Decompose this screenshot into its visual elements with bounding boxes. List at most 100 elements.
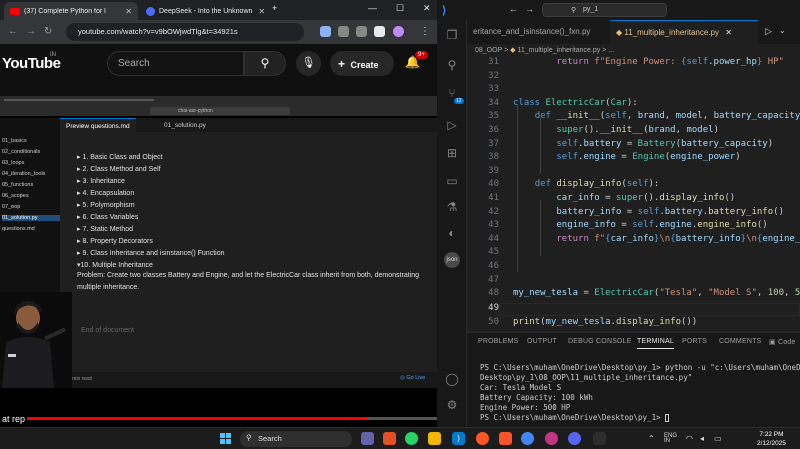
taskbar-search[interactable]: ⚲ Search <box>240 431 352 447</box>
end-of-document: End of document <box>81 327 134 334</box>
line-number: 39 <box>488 165 499 176</box>
video-status-bar: 2 min read <box>60 372 437 388</box>
pen-icon[interactable] <box>338 26 349 37</box>
json-icon[interactable]: json <box>444 252 460 268</box>
firefox-icon[interactable] <box>476 432 489 445</box>
copilot-icon[interactable] <box>383 432 396 445</box>
tab-deepseek[interactable]: DeepSeek - Into the Unknown ✕ <box>140 2 268 20</box>
panel-tab-terminal[interactable]: TERMINAL <box>637 338 674 349</box>
code-line: def __init__(self, brand, model, battery… <box>534 111 800 122</box>
tree-item: questions.md <box>2 226 35 232</box>
search-input[interactable]: Search <box>107 51 244 76</box>
chevron-up-icon[interactable]: ⌃ <box>648 434 655 443</box>
presenter-image <box>0 292 72 388</box>
chrome-icon[interactable] <box>521 432 534 445</box>
breadcrumb: 08_OOP > ◆ 11_multiple_inheritance.py > … <box>475 47 615 54</box>
wifi-icon[interactable]: ◠ <box>686 434 693 443</box>
remote-explorer-icon[interactable]: ▭ <box>444 174 460 190</box>
notification-badge: 9+ <box>415 51 428 59</box>
code-line: return f"Engine Power: {self.power_hp} H… <box>556 57 784 67</box>
search-button[interactable]: ⚲ <box>244 51 286 76</box>
video-progress-fill <box>0 417 368 420</box>
close-icon[interactable]: ✕ <box>725 28 732 37</box>
search-icon[interactable]: ⚲ <box>444 58 460 74</box>
topic-item: ▸ 2. Class Method and Self <box>77 166 161 173</box>
code-line: def display_info(self): <box>534 179 660 190</box>
tree-item: 04_iteration_tools <box>2 171 46 177</box>
tree-item: 01_solution.py <box>2 215 60 221</box>
puzzle-icon[interactable] <box>356 26 367 37</box>
edge-icon[interactable]: ◐ <box>444 226 460 242</box>
create-button[interactable]: + Create <box>330 51 394 76</box>
whatsapp-icon[interactable] <box>405 432 418 445</box>
code-line: self.battery = Battery(battery_capacity) <box>556 138 774 149</box>
app-icon[interactable] <box>545 432 558 445</box>
video-tab: 01_solution.py <box>164 122 206 129</box>
panel-tab-ports[interactable]: PORTS <box>682 338 707 345</box>
presenter-webcam <box>0 292 72 388</box>
reload-icon[interactable]: ↻ <box>44 26 52 37</box>
volume-icon[interactable]: ◂ <box>700 434 704 443</box>
explorer-icon[interactable]: ❐ <box>444 28 460 44</box>
command-center-search[interactable]: ⚲ py_1 <box>542 3 667 17</box>
widgets-icon[interactable] <box>361 432 374 445</box>
close-icon[interactable]: ✕ <box>258 7 265 16</box>
back-icon[interactable]: ← <box>509 4 518 14</box>
panel-tab-output[interactable]: OUTPUT <box>527 338 557 345</box>
extensions-icon[interactable]: ⊞ <box>444 146 460 162</box>
address-bar: ← → ↻ youtube.com/watch?v=v9bOWjwdTlg&t=… <box>0 20 437 44</box>
close-icon[interactable]: ✕ <box>125 7 132 16</box>
line-number: 34 <box>488 97 499 108</box>
chevron-down-icon[interactable]: ⌄ <box>779 26 786 35</box>
run-debug-icon[interactable]: ▷ <box>444 118 460 134</box>
vscode-taskbar-icon[interactable]: ⟩ <box>452 432 465 445</box>
back-icon[interactable]: ← <box>8 26 18 37</box>
menu-icon[interactable]: ⋮ <box>420 26 430 37</box>
minimize-button[interactable]: — <box>368 3 377 13</box>
voice-search-button[interactable]: 🎙 <box>296 51 321 76</box>
tab-multiple-inheritance[interactable]: ◆ 11_multiple_inheritance.py ✕ <box>610 20 758 44</box>
code-line: engine_info = self.engine.engine_info() <box>556 220 768 231</box>
tab-isinstance-file[interactable]: eritance_and_isinstance()_fxn.py <box>467 20 610 44</box>
bookmark-icon[interactable] <box>374 26 385 37</box>
app-icon[interactable] <box>593 432 606 445</box>
windows-taskbar: ⚲ Search ⟩ ⌃ ENG IN ◠ ◂ ▭ 7:22 PM 2/12/2… <box>0 427 800 449</box>
youtube-header: YouTube IN Search ⚲ 🎙 + Create 🔔 9+ <box>0 44 437 86</box>
file-explorer-icon[interactable] <box>428 432 441 445</box>
close-window-button[interactable]: ✕ <box>423 3 431 14</box>
brave-icon[interactable] <box>499 432 512 445</box>
url-text: youtube.com/watch?v=v9bOWjwdTlg&t=34921s <box>78 27 238 36</box>
terminal-prompt[interactable]: PS C:\Users\muham\OneDrive\Desktop\py_1> <box>480 413 670 422</box>
start-button[interactable] <box>220 433 232 445</box>
problem-text: Problem: Create two classes Battery and … <box>77 272 419 279</box>
new-tab-button[interactable]: + <box>272 3 277 13</box>
extension-icon[interactable] <box>320 26 331 37</box>
topic-item: ▸ 8. Property Decorators <box>77 238 153 245</box>
code-editor[interactable]: 31 32 33 34 35 36 37 38 39 40 41 42 43 4… <box>467 57 800 332</box>
code-line: my_new_tesla = ElectricCar("Tesla", "Mod… <box>513 288 800 299</box>
panel-tab-debug-console[interactable]: DEBUG CONSOLE <box>568 338 632 345</box>
forward-icon[interactable]: → <box>26 26 36 37</box>
clock[interactable]: 7:22 PM 2/12/2025 <box>757 430 786 448</box>
tab-youtube[interactable]: (37) Complete Python for l ✕ <box>4 2 138 20</box>
settings-gear-icon[interactable]: ⚙ <box>444 398 460 414</box>
video-player[interactable]: chai-aur-python 01_basics 02_conditional… <box>0 96 437 427</box>
account-icon[interactable]: ◯ <box>444 372 460 388</box>
forward-icon[interactable]: → <box>525 4 534 14</box>
testing-icon[interactable]: ⚗ <box>444 200 460 216</box>
panel-tab-problems[interactable]: PROBLEMS <box>478 338 519 345</box>
url-input[interactable]: youtube.com/watch?v=v9bOWjwdTlg&t=34921s <box>66 23 304 41</box>
maximize-button[interactable]: ☐ <box>396 3 404 14</box>
discord-icon[interactable] <box>568 432 581 445</box>
code-line: self.engine = Engine(engine_power) <box>556 152 741 163</box>
battery-icon[interactable]: ▭ <box>714 434 722 443</box>
line-number: 42 <box>488 206 499 217</box>
line-number: 49 <box>488 303 499 313</box>
video-menu-strip <box>0 98 160 103</box>
panel-tab-comments[interactable]: COMMENTS <box>719 338 761 345</box>
run-icon[interactable]: ▷ <box>765 26 772 37</box>
avatar[interactable] <box>393 26 404 37</box>
terminal-icon: ▣ <box>769 339 776 346</box>
language-indicator[interactable]: ENG IN <box>664 433 677 444</box>
terminal-code-selector[interactable]: ▣ Code <box>769 338 796 346</box>
